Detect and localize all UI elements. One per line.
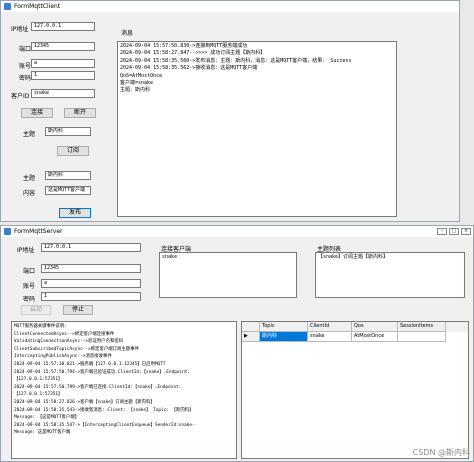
app-icon [4, 228, 11, 235]
subscription-grid[interactable]: Topic ClientId Qos SessionItems ▶ 斯内科 sn… [241, 321, 469, 459]
log-line: Message: 这是MQTT客户端 [14, 430, 71, 436]
log-line: ValidatingConnectionAsync-->验证用户名和密码 [14, 339, 124, 345]
client-port-field[interactable]: 12345 [31, 42, 95, 51]
log-line: 主题：斯内科 [120, 87, 151, 94]
server-ip-field[interactable]: 127.0.0.1 [41, 243, 141, 252]
list-item[interactable]: snake [162, 254, 294, 261]
log-line: 2024-09-04 15:58:27.847-->>>> 成功订阅主题【斯内科… [120, 50, 266, 57]
maximize-icon[interactable]: □ [449, 228, 459, 235]
client-password-label: 密码 [19, 75, 32, 82]
subscribe-topic-field[interactable]: 斯内科 [45, 127, 91, 136]
table-cell-sessionitems[interactable] [398, 332, 446, 342]
client-id-label: 客户ID [11, 93, 30, 100]
server-port-label: 端口 [23, 268, 36, 275]
log-line: 【127.0.0.1:57351】 [14, 392, 63, 398]
server-event-log[interactable]: MQTT服务器关键事件说明: ClientConnectedAsync-->绑定客… [11, 321, 237, 459]
column-header-clientid[interactable]: ClientId [308, 322, 352, 332]
list-item[interactable]: 【snake】订阅主题【斯内科】 [318, 254, 462, 261]
window-controls: – □ × [437, 228, 471, 235]
publish-content-field[interactable]: 这是MQTT客户端 [45, 186, 91, 195]
publish-content-label: 内容 [23, 190, 36, 197]
log-line: MQTT服务器关键事件说明: [14, 324, 67, 329]
log-line: 2024-09-04 15:58:35.543->接收到消息: Client: … [14, 407, 194, 413]
log-line: 2024-09-04 15:58:35.562->接收消息：这是MQTT客户端 [120, 65, 258, 72]
server-port-field[interactable]: 12345 [41, 264, 141, 273]
subscribe-button[interactable]: 订阅 [57, 146, 89, 156]
topic-list[interactable]: 【snake】订阅主题【斯内科】 [315, 252, 465, 298]
server-user-field[interactable]: a [41, 279, 141, 288]
client-ip-field[interactable]: 127.0.0.1 [31, 22, 95, 31]
client-password-field[interactable]: 1 [31, 71, 95, 80]
column-header-qos[interactable]: Qos [352, 322, 398, 332]
mqtt-client-window: FormMqttClient IP地址 127.0.0.1 端口 12345 账… [0, 0, 460, 222]
log-line: Message: 【这是MQTT客户端】 [14, 415, 80, 421]
log-line: ClientSubscribedTopicAsync-->绑定客户端订阅主题事件 [14, 346, 139, 352]
app-icon [4, 3, 11, 10]
column-header-topic[interactable]: Topic [260, 322, 308, 332]
server-password-field[interactable]: 1 [41, 292, 141, 301]
log-line: 2024-09-04 15:57:50.799->客户端已连接.ClientId… [14, 384, 182, 390]
mqtt-server-window: FormMqttServer – □ × IP地址 127.0.0.1 端口 1… [0, 225, 474, 462]
publish-button[interactable]: 发布 [59, 208, 91, 218]
column-header-sessionitems[interactable]: SessionItems [398, 322, 446, 332]
log-line: 2024-09-04 15:57:50.794->客户端已验证成功.Client… [14, 369, 191, 375]
grid-corner-cell [242, 322, 260, 332]
server-titlebar: FormMqttServer – □ × [1, 226, 473, 237]
client-user-field[interactable]: a [31, 59, 95, 68]
log-line: ClientConnectedAsync-->绑定客户端连接事件 [14, 331, 115, 337]
log-line: 【127.0.0.1:57351】 [14, 377, 63, 383]
row-marker[interactable]: ▶ [242, 332, 260, 342]
table-cell-clientid[interactable]: snake [308, 332, 352, 342]
minimize-icon[interactable]: – [437, 228, 447, 235]
client-id-field[interactable]: snake [31, 89, 95, 98]
client-message-log[interactable]: 2024-09-04 15:57:50.830->连接到MQTT服务端成功 202… [117, 41, 397, 217]
server-ip-label: IP地址 [17, 247, 35, 254]
disconnect-button[interactable]: 断开 [64, 108, 96, 118]
server-window-title: FormMqttServer [14, 228, 63, 235]
connect-button[interactable]: 连接 [21, 108, 53, 118]
server-user-label: 账号 [23, 283, 36, 290]
client-user-label: 账号 [19, 63, 32, 70]
client-window-title: FormMqttClient [14, 3, 61, 10]
table-cell-qos[interactable]: AtMostOnce [352, 332, 398, 342]
server-password-label: 密码 [23, 296, 36, 303]
client-message-label: 消息 [121, 30, 134, 37]
client-ip-label: IP地址 [11, 26, 29, 33]
close-icon[interactable]: × [461, 228, 471, 235]
log-line: 客户端=snake [120, 80, 154, 87]
log-line: 2024-09-04 15:58:27.826->客户端【snake】订阅主题【… [14, 399, 155, 405]
publish-topic-label: 主题 [23, 175, 36, 182]
log-line: QoS=AtMostOnce [120, 72, 163, 79]
stop-button[interactable]: 停止 [63, 305, 93, 315]
table-cell-topic[interactable]: 斯内科 [260, 332, 308, 342]
log-line: InterceptingPublishAsync-->消息接收事件 [14, 354, 112, 360]
log-line: 2024-09-04 15:57:30.821->服务端【127.0.0.1:1… [14, 361, 166, 367]
start-button[interactable]: 启动 [21, 305, 51, 315]
connected-clients-list[interactable]: snake [159, 252, 297, 298]
publish-topic-field[interactable]: 斯内科 [45, 171, 91, 180]
watermark: CSDN @斯内科 [412, 448, 470, 457]
client-port-label: 端口 [19, 46, 32, 53]
subscribe-topic-label: 主题 [23, 131, 36, 138]
client-titlebar: FormMqttClient [1, 1, 459, 12]
log-line: 2024-09-04 15:58:35.547->【InterceptingCl… [14, 422, 195, 428]
